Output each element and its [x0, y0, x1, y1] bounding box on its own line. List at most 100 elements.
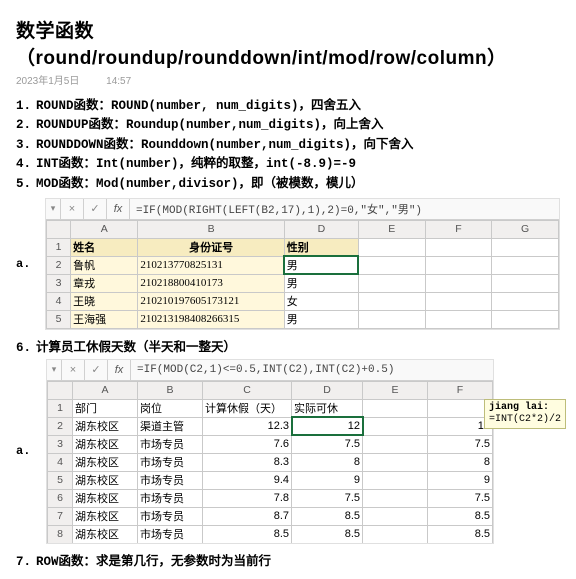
cell[interactable]: 计算休假（天） [203, 399, 292, 417]
col-head[interactable]: B [138, 220, 284, 238]
cell[interactable] [428, 399, 493, 417]
cell[interactable] [358, 256, 425, 274]
cell[interactable]: 王海强 [71, 310, 138, 328]
cell[interactable] [425, 274, 492, 292]
cell[interactable]: 210218800410173 [138, 274, 284, 292]
cell[interactable]: 9.4 [203, 471, 292, 489]
cell[interactable] [425, 310, 492, 328]
fx-icon[interactable]: fx [107, 199, 130, 219]
cell[interactable]: 8.7 [203, 507, 292, 525]
cell[interactable]: 湖东校区 [73, 417, 138, 435]
cell[interactable]: 9 [428, 471, 493, 489]
cell[interactable] [425, 238, 492, 256]
col-head[interactable]: E [358, 220, 425, 238]
row-head[interactable]: 5 [48, 471, 73, 489]
cancel-icon[interactable]: × [61, 199, 84, 219]
col-head[interactable]: G [492, 220, 559, 238]
cell[interactable]: 210210197605173121 [138, 292, 284, 310]
cell[interactable]: 章戎 [71, 274, 138, 292]
cell[interactable]: 湖东校区 [73, 471, 138, 489]
cell[interactable] [363, 417, 428, 435]
cell[interactable]: 渠道主管 [138, 417, 203, 435]
name-box-drop-icon[interactable]: ▾ [47, 360, 62, 380]
cell[interactable]: 岗位 [138, 399, 203, 417]
cell[interactable]: 8.3 [203, 453, 292, 471]
cell[interactable]: 市场专员 [138, 489, 203, 507]
cell[interactable] [425, 256, 492, 274]
cell[interactable]: 市场专员 [138, 525, 203, 543]
row-head[interactable]: 2 [48, 417, 73, 435]
cell[interactable]: 7.6 [203, 435, 292, 453]
fx-icon[interactable]: fx [108, 360, 131, 380]
cell-selected[interactable]: 12 [292, 417, 363, 435]
cell[interactable] [363, 453, 428, 471]
col-head[interactable]: B [138, 381, 203, 399]
cell[interactable]: 7.5 [292, 435, 363, 453]
row-head[interactable]: 6 [48, 489, 73, 507]
row-head[interactable]: 1 [48, 399, 73, 417]
cell[interactable]: 鲁帆 [71, 256, 138, 274]
cell[interactable] [492, 292, 559, 310]
row-head[interactable]: 4 [48, 453, 73, 471]
cell[interactable]: 8.5 [203, 525, 292, 543]
cell[interactable]: 市场专员 [138, 453, 203, 471]
cell[interactable]: 210213770825131 [138, 256, 284, 274]
cell-with-note[interactable]: 12 [428, 417, 493, 435]
row-head[interactable]: 8 [48, 525, 73, 543]
cell[interactable] [363, 435, 428, 453]
cell[interactable] [492, 310, 559, 328]
cell[interactable] [492, 256, 559, 274]
enter-icon[interactable]: ✓ [84, 199, 107, 219]
cell[interactable]: 市场专员 [138, 471, 203, 489]
cancel-icon[interactable]: × [62, 360, 85, 380]
cell[interactable]: 部门 [73, 399, 138, 417]
cell[interactable]: 男 [284, 274, 358, 292]
cell[interactable]: 7.5 [428, 489, 493, 507]
name-box-drop-icon[interactable]: ▾ [46, 199, 61, 219]
grid-2[interactable]: A B C D E F 1 部门 岗位 计算休假（天） 实际可休 2 湖东校区 … [47, 381, 493, 543]
cell[interactable]: 8.5 [428, 525, 493, 543]
cell[interactable]: 男 [284, 310, 358, 328]
cell[interactable]: 市场专员 [138, 435, 203, 453]
cell[interactable]: 湖东校区 [73, 453, 138, 471]
cell[interactable] [363, 399, 428, 417]
cell[interactable]: 性别 [284, 238, 358, 256]
cell[interactable] [363, 489, 428, 507]
cell[interactable]: 市场专员 [138, 507, 203, 525]
formula-input[interactable]: =IF(MOD(C2,1)<=0.5,INT(C2),INT(C2)+0.5) [131, 364, 493, 376]
col-head[interactable]: D [292, 381, 363, 399]
cell[interactable] [358, 310, 425, 328]
col-head[interactable]: A [73, 381, 138, 399]
cell[interactable]: 湖东校区 [73, 525, 138, 543]
col-head[interactable]: F [428, 381, 493, 399]
col-head[interactable]: F [425, 220, 492, 238]
cell[interactable] [363, 471, 428, 489]
cell[interactable] [358, 238, 425, 256]
row-head[interactable]: 4 [46, 292, 70, 310]
row-head[interactable]: 3 [46, 274, 70, 292]
cell[interactable]: 7.5 [428, 435, 493, 453]
cell-selected[interactable]: 男 [284, 256, 358, 274]
cell[interactable]: 210213198408266315 [138, 310, 284, 328]
formula-input[interactable]: =IF(MOD(RIGHT(LEFT(B2,17),1),2)=0,"女","男… [130, 201, 559, 217]
cell[interactable]: 8.5 [428, 507, 493, 525]
enter-icon[interactable]: ✓ [85, 360, 108, 380]
grid-1[interactable]: A B C D E F G 1 姓名 身份证号 性别 2 鲁帆 21021377… [46, 220, 559, 329]
cell[interactable] [358, 274, 425, 292]
cell[interactable]: 8 [292, 453, 363, 471]
cell[interactable]: 身份证号 [138, 238, 284, 256]
cell[interactable]: 8.5 [292, 507, 363, 525]
cell[interactable]: 8.5 [292, 525, 363, 543]
cell[interactable]: 女 [284, 292, 358, 310]
cell[interactable] [425, 292, 492, 310]
cell[interactable] [492, 274, 559, 292]
row-head[interactable]: 1 [46, 238, 70, 256]
col-head[interactable]: A [71, 220, 138, 238]
cell[interactable] [492, 238, 559, 256]
cell[interactable] [358, 292, 425, 310]
col-head[interactable]: E [363, 381, 428, 399]
cell[interactable]: 王晓 [71, 292, 138, 310]
cell[interactable] [363, 525, 428, 543]
col-head[interactable]: C [203, 381, 292, 399]
row-head[interactable]: 2 [46, 256, 70, 274]
